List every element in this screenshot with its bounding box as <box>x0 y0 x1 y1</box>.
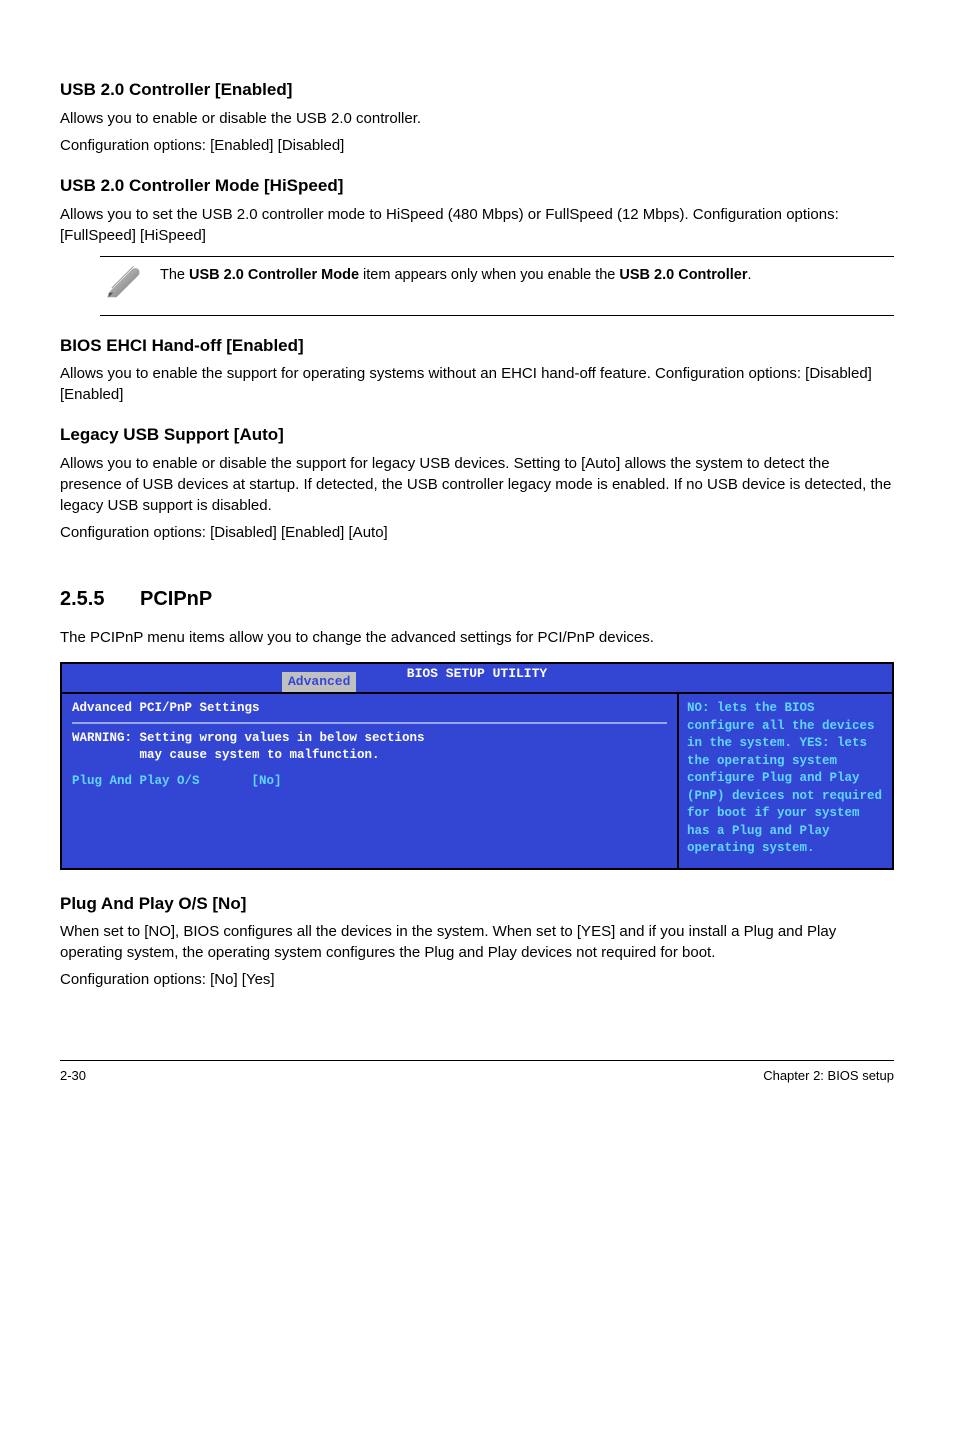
bios-option-plug-play: Plug And Play O/S [No] <box>72 773 667 791</box>
footer-chapter: Chapter 2: BIOS setup <box>763 1067 894 1085</box>
note-text: The USB 2.0 Controller Mode item appears… <box>160 265 752 285</box>
heading-pcipnp-num: 2.5.5 <box>60 585 140 613</box>
bios-left-pane: Advanced PCI/PnP Settings WARNING: Setti… <box>62 694 677 868</box>
heading-pcipnp: 2.5.5PCIPnP <box>60 585 894 613</box>
text-plugplay-desc: When set to [NO], BIOS configures all th… <box>60 921 894 963</box>
heading-pcipnp-title: PCIPnP <box>140 588 212 610</box>
note-pencil-icon <box>104 263 148 307</box>
bios-screenshot: BIOS SETUP UTILITY Advanced Advanced PCI… <box>60 662 894 870</box>
text-usb20-ctrl-opts: Configuration options: [Enabled] [Disabl… <box>60 135 894 156</box>
bios-left-heading: Advanced PCI/PnP Settings <box>72 700 667 718</box>
page-footer: 2-30 Chapter 2: BIOS setup <box>60 1060 894 1085</box>
bios-title-bar: BIOS SETUP UTILITY Advanced <box>60 662 894 692</box>
note-suffix: . <box>748 267 752 283</box>
bios-warning-l1: WARNING: Setting wrong values in below s… <box>72 730 667 748</box>
bios-body: Advanced PCI/PnP Settings WARNING: Setti… <box>60 692 894 870</box>
heading-plug-and-play: Plug And Play O/S [No] <box>60 892 894 916</box>
bios-help-pane: NO: lets the BIOS configure all the devi… <box>677 694 892 868</box>
bios-option-value: [No] <box>252 774 282 788</box>
bios-title: BIOS SETUP UTILITY <box>407 666 547 681</box>
footer-page-number: 2-30 <box>60 1067 86 1085</box>
heading-legacy-usb: Legacy USB Support [Auto] <box>60 423 894 447</box>
note-block: The USB 2.0 Controller Mode item appears… <box>100 256 894 316</box>
heading-ehci: BIOS EHCI Hand-off [Enabled] <box>60 334 894 358</box>
text-plugplay-opts: Configuration options: [No] [Yes] <box>60 969 894 990</box>
bios-divider <box>72 722 667 724</box>
text-ehci-desc: Allows you to enable the support for ope… <box>60 363 894 405</box>
note-bold-2: USB 2.0 Controller <box>619 267 747 283</box>
heading-usb20-controller: USB 2.0 Controller [Enabled] <box>60 78 894 102</box>
text-legacy-desc: Allows you to enable or disable the supp… <box>60 453 894 516</box>
bios-warning-l2: may cause system to malfunction. <box>72 747 667 765</box>
text-usb20-ctrl-desc: Allows you to enable or disable the USB … <box>60 108 894 129</box>
bios-option-label: Plug And Play O/S <box>72 774 200 788</box>
note-prefix: The <box>160 267 189 283</box>
text-usb20-mode-desc: Allows you to set the USB 2.0 controller… <box>60 204 894 246</box>
heading-usb20-mode: USB 2.0 Controller Mode [HiSpeed] <box>60 174 894 198</box>
note-bold-1: USB 2.0 Controller Mode <box>189 267 359 283</box>
text-pcipnp-intro: The PCIPnP menu items allow you to chang… <box>60 627 894 648</box>
bios-help-text: NO: lets the BIOS configure all the devi… <box>687 701 882 855</box>
bios-tab-advanced: Advanced <box>282 672 356 692</box>
text-legacy-opts: Configuration options: [Disabled] [Enabl… <box>60 522 894 543</box>
note-mid: item appears only when you enable the <box>359 267 619 283</box>
